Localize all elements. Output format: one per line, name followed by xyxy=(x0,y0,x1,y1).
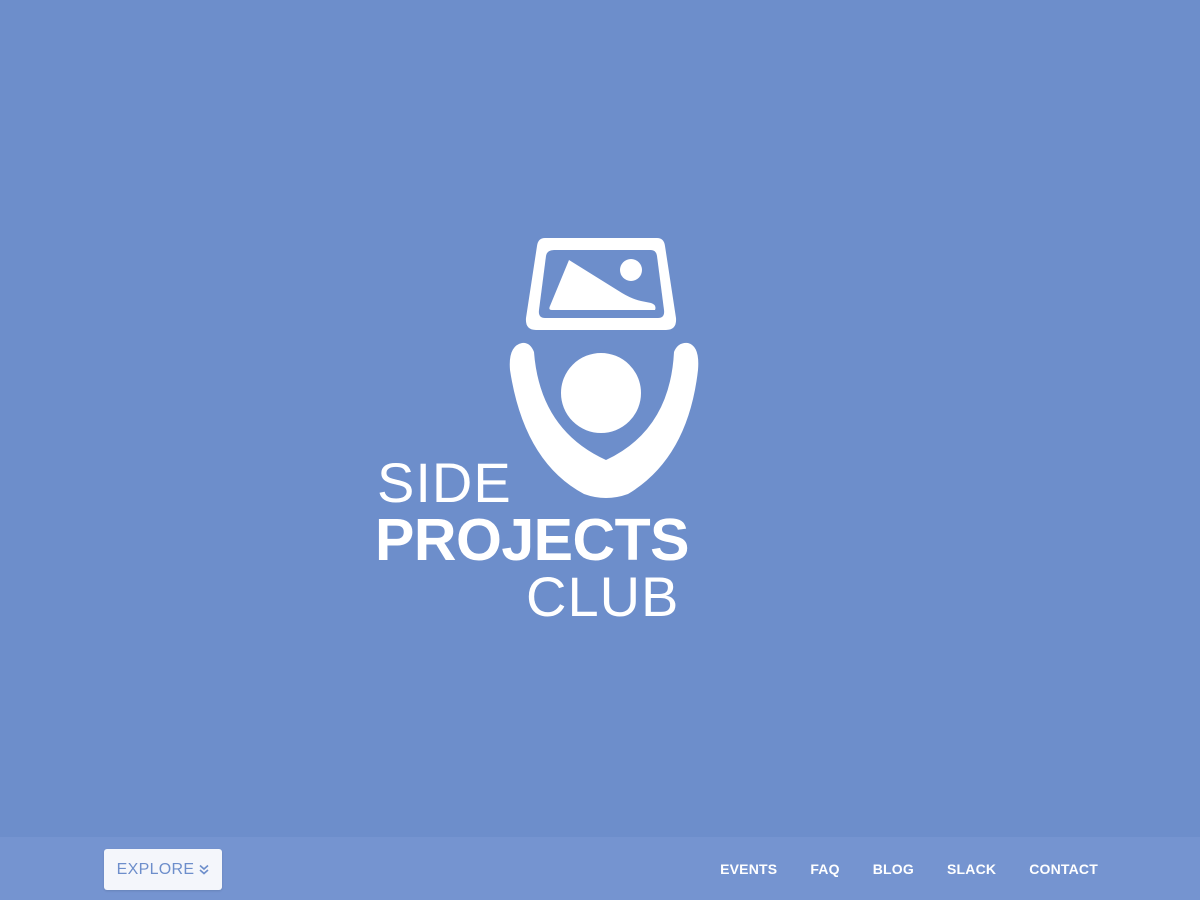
logo-word-side: SIDE xyxy=(377,451,512,514)
explore-label: EXPLORE xyxy=(116,860,195,878)
nav-links: EVENTS FAQ BLOG SLACK CONTACT xyxy=(720,837,1098,900)
nav-link-events[interactable]: EVENTS xyxy=(720,861,777,877)
nav-link-blog[interactable]: BLOG xyxy=(873,861,914,877)
hero-section: SIDE PROJECTS CLUB xyxy=(0,0,1200,837)
side-projects-club-logo: SIDE PROJECTS CLUB xyxy=(370,230,700,630)
logo-word-projects: PROJECTS xyxy=(375,507,690,573)
nav-link-contact[interactable]: CONTACT xyxy=(1029,861,1098,877)
nav-link-faq[interactable]: FAQ xyxy=(810,861,839,877)
double-chevron-down-icon xyxy=(199,864,209,875)
nav-link-slack[interactable]: SLACK xyxy=(947,861,996,877)
explore-button[interactable]: EXPLORE xyxy=(104,849,222,890)
bottom-navbar: EXPLORE EVENTS FAQ BLOG SLACK CONTACT xyxy=(0,837,1200,900)
logo-word-club: CLUB xyxy=(526,565,680,628)
